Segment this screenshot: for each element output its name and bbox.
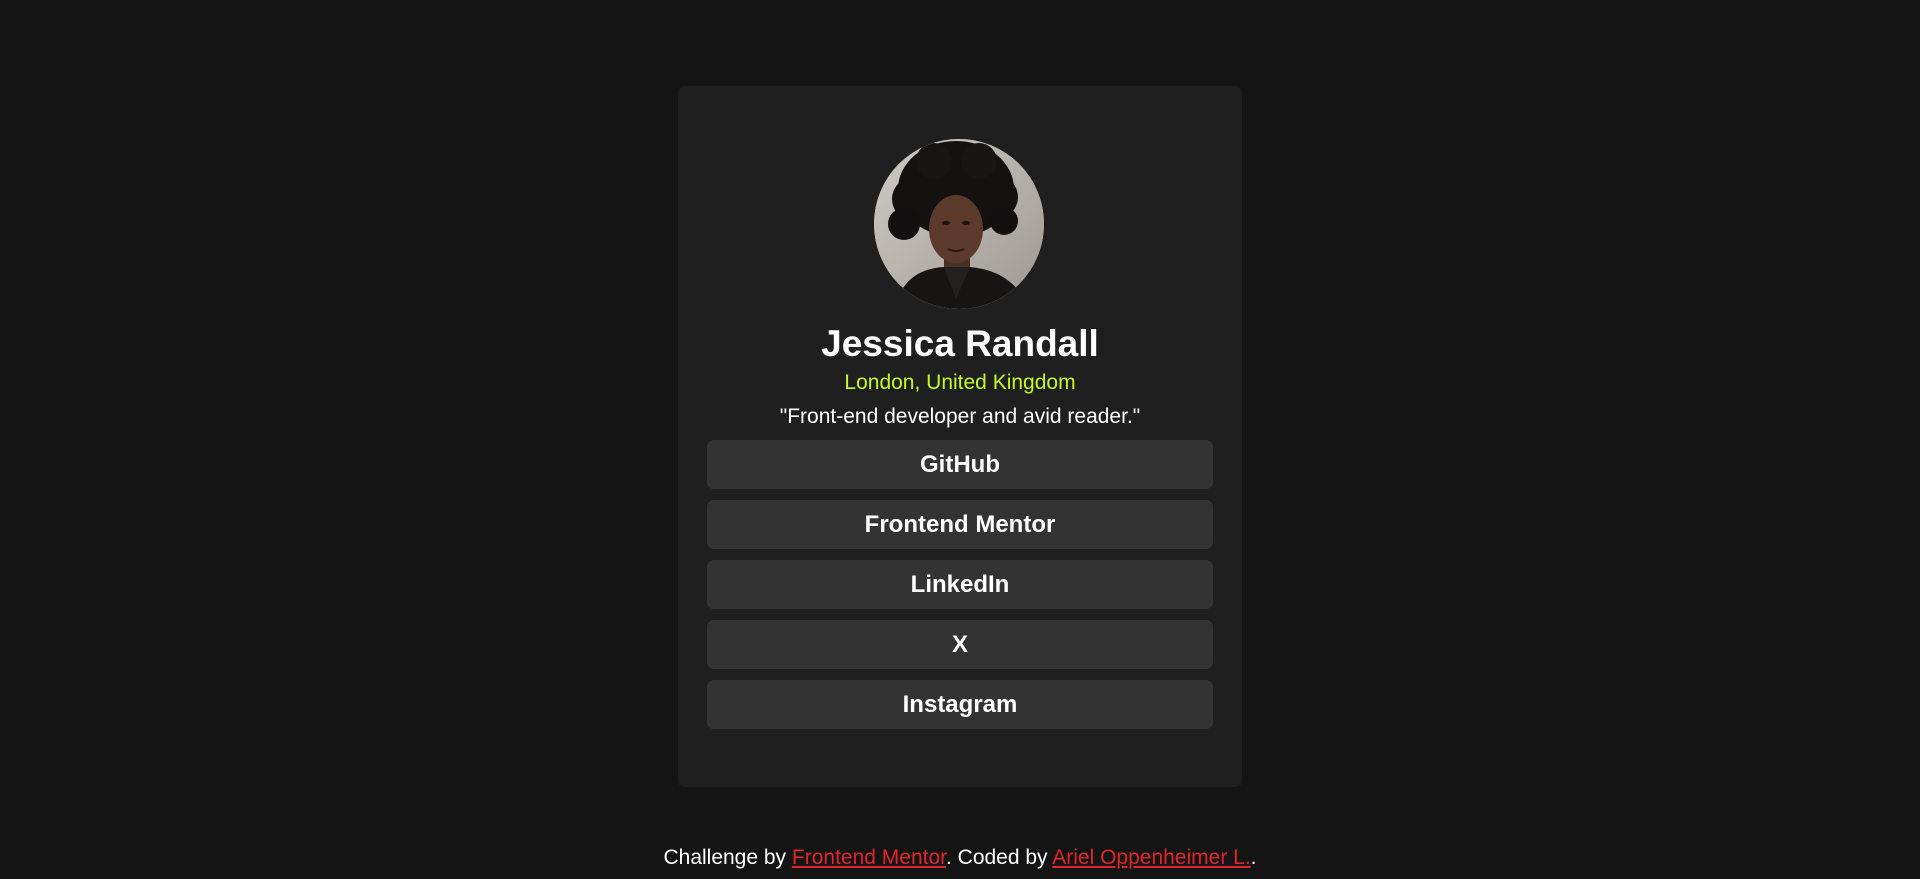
attribution-footer: Challenge by Frontend Mentor. Coded by A… [0,845,1920,870]
attribution-prefix: Challenge by [663,846,792,869]
frontend-mentor-link-button[interactable]: Frontend Mentor [707,500,1213,549]
social-link-item: X [707,620,1213,669]
profile-card: Jessica Randall London, United Kingdom "… [678,86,1242,787]
challenge-link[interactable]: Frontend Mentor [792,846,946,869]
author-link[interactable]: Ariel Oppenheimer L. [1052,846,1250,869]
linkedin-link-button[interactable]: LinkedIn [707,560,1213,609]
social-links-list: GitHub Frontend Mentor LinkedIn X Instag… [707,440,1213,740]
avatar [874,139,1044,309]
instagram-link-button[interactable]: Instagram [707,680,1213,729]
profile-bio: "Front-end developer and avid reader." [779,405,1141,428]
attribution-middle: . Coded by [945,846,1053,869]
social-link-item: GitHub [707,440,1213,489]
github-link-button[interactable]: GitHub [707,440,1213,489]
attribution-suffix: . [1250,846,1257,869]
social-link-item: LinkedIn [707,560,1213,609]
social-link-item: Frontend Mentor [707,500,1213,549]
social-link-item: Instagram [707,680,1213,729]
profile-location: London, United Kingdom [844,371,1076,394]
x-link-button[interactable]: X [707,620,1213,669]
avatar-photo [874,139,1044,309]
profile-name: Jessica Randall [821,323,1099,364]
